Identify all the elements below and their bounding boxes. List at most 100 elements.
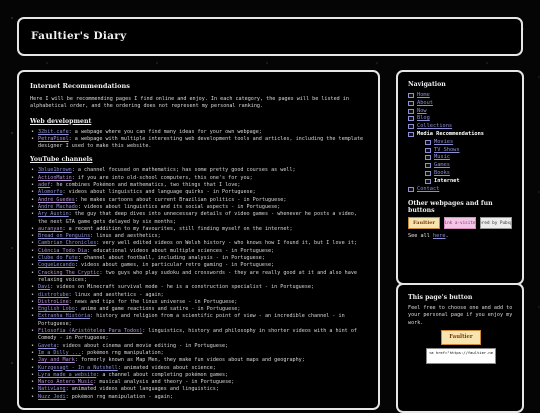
nav-item-now[interactable]: Now — [408, 108, 514, 116]
embed-code-box[interactable]: <a href="https://faultier.ne — [426, 347, 496, 364]
list-item: adef: he combines Pokémon and mathematic… — [30, 182, 367, 190]
site-title[interactable]: Faultier's Diary — [31, 30, 126, 42]
recommendation-link[interactable]: Filosofia (Aristóteles Para Todos) — [38, 328, 142, 334]
main-content-panel[interactable]: Internet Recommendations Here I will be … — [17, 70, 380, 410]
nav-subitem-music[interactable]: Music — [425, 154, 514, 162]
recommendation-link[interactable]: Extranha História — [38, 313, 90, 319]
navigation-menu: Home About Now Blog Collections Media Recomme… — [408, 92, 514, 193]
recommendation-description: : anime and game reactions and satire - … — [74, 306, 241, 313]
nav-subitem-movies[interactable]: Movies — [425, 139, 514, 147]
list-item: Clube do Fute: channel about football, i… — [30, 255, 367, 263]
recommendation-description: : he makes cartoons about current Brazil… — [74, 196, 287, 203]
nav-item-contact[interactable]: Contact — [408, 186, 514, 194]
nav-sublink[interactable]: TV Shows — [434, 147, 460, 153]
list-item: 32bit.cafe: a webpage where you can find… — [30, 129, 367, 137]
recommendation-link[interactable]: DistroLine — [38, 299, 69, 305]
recommendation-link[interactable]: André Machado — [38, 204, 78, 210]
recommendation-link[interactable]: Clube do Fute — [38, 255, 78, 261]
see-all-link[interactable]: here — [433, 233, 446, 239]
see-all-line: See all here. — [408, 233, 514, 240]
nav-link[interactable]: Collections — [417, 123, 452, 129]
list-item: Ary Austin: the guy that deep dives into… — [30, 211, 367, 226]
recommendation-link[interactable]: Ary Austin — [38, 211, 69, 217]
badge-row: Faultier pink a-visited powered by Pubsp… — [408, 217, 514, 230]
recommendation-link[interactable]: Cambrian Chronicles — [38, 240, 96, 246]
recommendation-link[interactable]: Nuzz Jedi — [38, 394, 66, 400]
list-item: Alomorfo: videos about linguistics and l… — [30, 189, 367, 197]
folder-icon — [425, 139, 431, 145]
nav-link[interactable]: Home — [417, 92, 430, 98]
recommendation-description: : formerly known as Map Men, they make f… — [74, 357, 305, 364]
recommendation-link[interactable]: distrotube — [38, 292, 69, 298]
recommendation-link[interactable]: 32bit.cafe — [38, 129, 69, 135]
recommendation-description: : linux and aesthetics - again; — [68, 291, 164, 298]
nav-sublink[interactable]: Books — [434, 170, 450, 176]
recommendation-link[interactable]: NativLang — [38, 386, 66, 392]
nav-link[interactable]: Media Recommendations — [417, 131, 484, 137]
page-button-text: Feel free to choose one and add to your … — [408, 305, 513, 326]
recommendation-link[interactable]: Alomorfo — [38, 189, 63, 195]
section-title-web-development: Web development — [30, 117, 92, 125]
recommendation-link[interactable]: Bread on Penguins — [38, 233, 90, 239]
recommendation-link[interactable]: Marco Antero Music — [38, 379, 93, 385]
recommendation-link[interactable]: Jay and Mark — [38, 357, 75, 363]
recommendation-link[interactable]: Gaveta — [38, 343, 56, 349]
nav-subitem-books[interactable]: Books — [425, 170, 514, 178]
nav-sublink[interactable]: Music — [434, 154, 450, 160]
pink-badge[interactable]: pink a-visited — [444, 217, 476, 230]
recommendation-description: : videos about games, in particular retr… — [74, 262, 275, 269]
buttons-title: Other webpages and fun buttons — [408, 200, 493, 215]
nav-subitem-games[interactable]: Games — [425, 162, 514, 170]
folder-icon — [408, 108, 414, 114]
nav-item-media-recommendations[interactable]: Media Recommendations Movies TV Shows Music… — [408, 131, 514, 186]
nav-sublink[interactable]: Games — [434, 162, 450, 168]
list-item: NativLang: animated videos about languag… — [30, 386, 367, 394]
recommendation-link[interactable]: 3blue1brown — [38, 167, 72, 173]
recommendation-link[interactable]: Cracking The Cryptic — [38, 270, 99, 276]
recommendation-description: : he combines Pokémon and mathematics, t… — [50, 182, 241, 189]
folder-icon — [408, 116, 414, 122]
recommendation-description: : the guy that deep dives into unnecessa… — [38, 211, 357, 225]
recommendation-link[interactable]: Davi — [38, 284, 50, 290]
recommendation-link[interactable]: Im a Dilly ... — [38, 350, 81, 356]
recommendation-link[interactable]: PetraPixel — [38, 136, 69, 142]
recommendation-description: : news and tips for the linux universe -… — [68, 298, 238, 305]
list-item: Extranha História: history and religion … — [30, 313, 367, 328]
recommendation-description: : pokémon rng manipulation; — [80, 349, 164, 356]
recommendation-link[interactable]: André Guedes — [38, 197, 75, 203]
nav-link[interactable]: Contact — [417, 186, 439, 192]
nav-sublink[interactable]: Internet — [434, 178, 460, 184]
folder-icon — [408, 131, 414, 137]
recommendation-link[interactable]: ActionMatin — [38, 175, 72, 181]
page-badge-faultier[interactable]: Faultier — [441, 329, 481, 345]
faultier-badge[interactable]: Faultier — [408, 217, 440, 230]
nav-link[interactable]: About — [417, 100, 433, 106]
nav-item-blog[interactable]: Blog — [408, 115, 514, 123]
recommendation-description: : educational videos about multiple scie… — [87, 247, 275, 254]
recommendation-link[interactable]: Lyra made a website — [38, 372, 96, 378]
folder-icon — [408, 100, 414, 106]
nav-subitem-internet[interactable]: Internet — [425, 178, 514, 186]
recommendation-description: : pokémon rng manipulation - again; — [65, 393, 173, 400]
nav-item-home[interactable]: Home — [408, 92, 514, 100]
nav-item-collections[interactable]: Collections — [408, 123, 514, 131]
intro-text: Here I will be recommending pages I find… — [30, 96, 349, 110]
list-item: Gaveta: videos about cinema and movie ed… — [30, 343, 367, 351]
list-item: Cracking The Cryptic: two guys who play … — [30, 270, 367, 285]
recommendation-link[interactable]: English Lobo — [38, 306, 75, 312]
nav-link[interactable]: Blog — [417, 115, 430, 121]
pubspace-badge[interactable]: powered by Pubspace — [480, 217, 512, 230]
recommendation-link[interactable]: Ciência Todo Dia — [38, 248, 87, 254]
nav-subitem-tv-shows[interactable]: TV Shows — [425, 147, 514, 155]
recommendation-description: : very well edited videos on Welsh histo… — [96, 240, 357, 247]
nav-sublink[interactable]: Movies — [434, 139, 453, 145]
list-item: André Guedes: he makes cartoons about cu… — [30, 196, 367, 205]
recommendation-link[interactable]: Kurzgesagt - In a Nutshell — [38, 365, 118, 371]
nav-link[interactable]: Now — [417, 108, 427, 114]
recommendation-link[interactable]: CoqueLecando — [38, 262, 75, 268]
folder-icon — [425, 170, 431, 176]
recommendation-link[interactable]: auranyan — [38, 226, 63, 232]
recommendation-link[interactable]: adef — [38, 182, 50, 188]
nav-item-about[interactable]: About — [408, 100, 514, 108]
list-item: CoqueLecando: videos about games, in par… — [30, 262, 367, 270]
